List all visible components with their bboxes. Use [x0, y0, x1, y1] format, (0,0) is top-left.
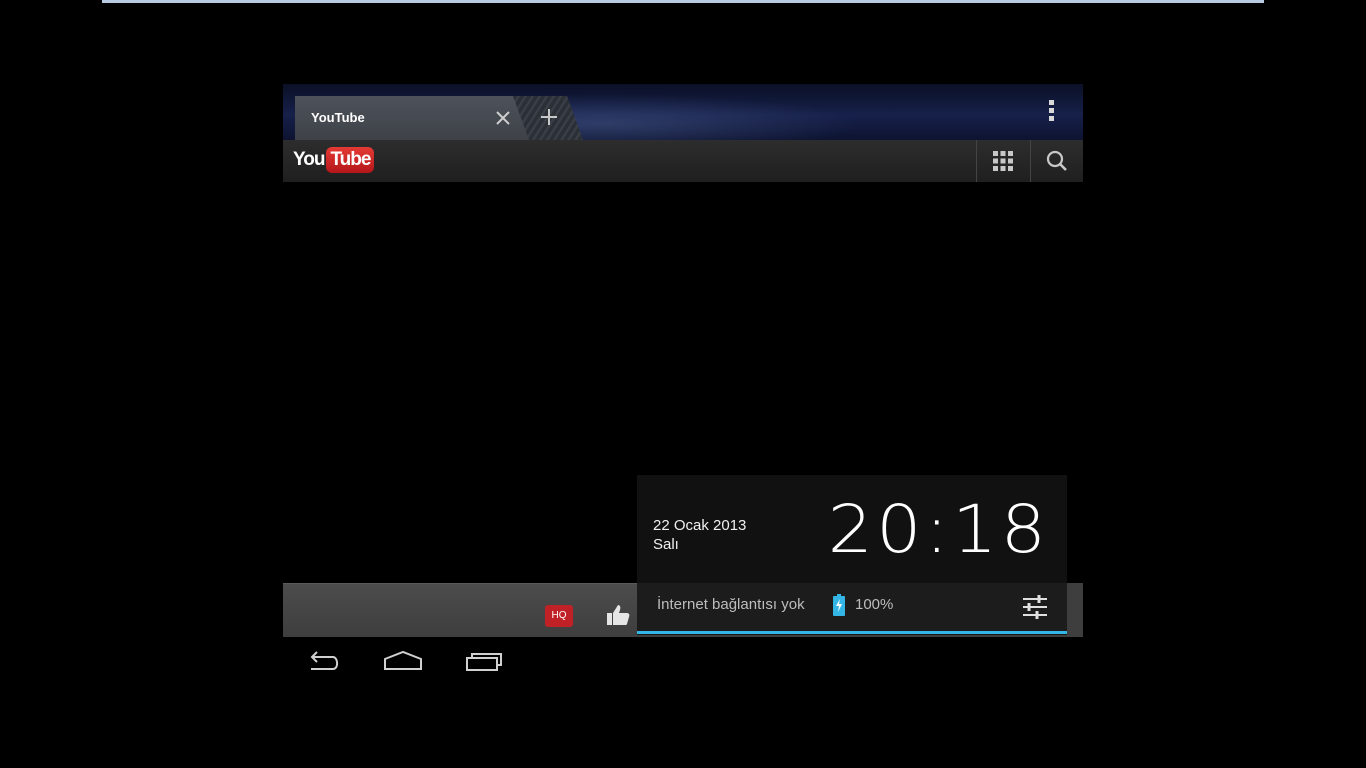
divider	[976, 140, 977, 182]
panel-accent-line	[637, 631, 1067, 634]
home-icon	[379, 650, 427, 683]
logo-tube-text: Tube	[326, 147, 375, 173]
control-bar-edge	[1067, 583, 1083, 636]
recent-apps-icon	[460, 653, 508, 683]
tab-youtube[interactable]: YouTube	[295, 96, 535, 140]
tab-bar: YouTube	[283, 84, 1083, 140]
system-navigation-bar	[283, 645, 1083, 681]
tab-title: YouTube	[311, 110, 365, 125]
notification-panel: 22 Ocak 2013 Salı 20:18 İnternet bağlant…	[637, 475, 1067, 635]
search-icon[interactable]	[1045, 149, 1069, 173]
connection-status: İnternet bağlantısı yok	[657, 596, 805, 613]
weekday-label: Salı	[653, 536, 679, 553]
back-icon	[299, 651, 347, 683]
logo-you-text: You	[293, 149, 326, 170]
recent-apps-button[interactable]	[460, 645, 508, 679]
top-accent-strip	[102, 0, 1264, 3]
home-button[interactable]	[379, 645, 427, 679]
divider	[1030, 140, 1031, 182]
battery-percent: 100%	[855, 596, 894, 613]
hq-toggle-button[interactable]: HQ	[545, 605, 573, 627]
date-label: 22 Ocak 2013	[653, 517, 747, 534]
grid-icon[interactable]	[992, 150, 1014, 172]
plus-icon[interactable]	[540, 108, 558, 126]
settings-sliders-icon[interactable]	[1021, 593, 1049, 621]
back-button[interactable]	[299, 645, 347, 679]
youtube-logo[interactable]: You Tube	[293, 147, 375, 173]
youtube-action-bar: You Tube	[283, 140, 1083, 182]
clock-time: 20:18	[827, 491, 1049, 568]
thumbs-up-icon[interactable]	[605, 602, 631, 628]
battery-charging-icon	[833, 594, 845, 616]
close-icon[interactable]	[493, 108, 513, 128]
status-row: İnternet bağlantısı yok 100%	[637, 583, 1067, 633]
overflow-menu-icon[interactable]	[1047, 100, 1055, 126]
notification-header: 22 Ocak 2013 Salı 20:18	[637, 475, 1067, 583]
